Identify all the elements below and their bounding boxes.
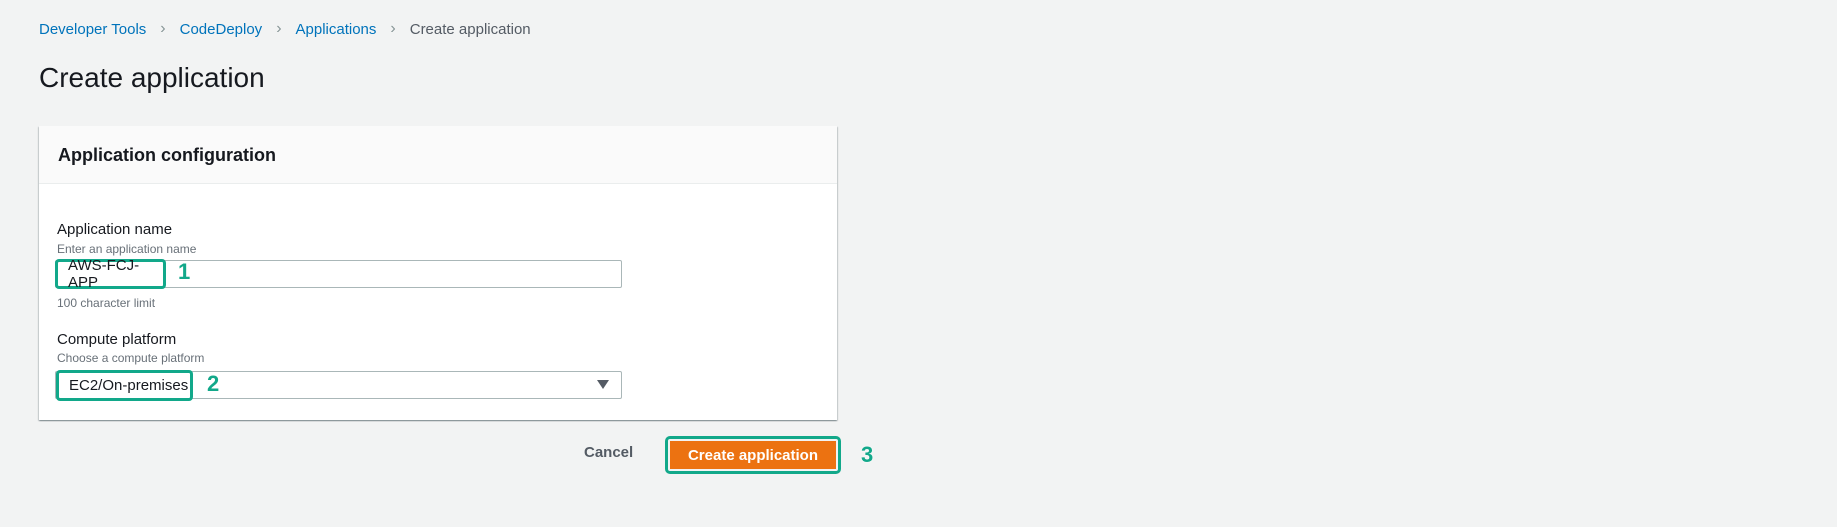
chevron-right-icon: › — [390, 20, 396, 37]
app-name-label: Application name — [57, 221, 173, 238]
panel-title: Application configuration — [39, 126, 837, 184]
breadcrumb-developer-tools[interactable]: Developer Tools — [39, 21, 146, 38]
app-name-text: AWS-FCJ-APP — [68, 257, 140, 291]
annotation-3: 3 — [861, 442, 874, 467]
create-application-highlight: Create application — [665, 436, 841, 474]
app-name-value[interactable]: AWS-FCJ-APP — [55, 257, 166, 291]
annotation-2: 2 — [207, 371, 220, 396]
chevron-right-icon: › — [276, 20, 282, 37]
compute-platform-label: Compute platform — [57, 331, 177, 348]
breadcrumb-applications[interactable]: Applications — [296, 21, 377, 38]
breadcrumb: Developer Tools › CodeDeploy › Applicati… — [39, 20, 531, 38]
app-name-hint: Enter an application name — [57, 242, 197, 256]
page-title: Create application — [39, 62, 265, 93]
breadcrumb-current: Create application — [409, 20, 531, 38]
create-application-button[interactable]: Create application — [670, 441, 836, 469]
compute-platform-value[interactable]: EC2/On-premises — [56, 370, 193, 401]
cancel-button[interactable]: Cancel — [584, 444, 633, 461]
chevron-right-icon: › — [160, 20, 166, 37]
compute-platform-text: EC2/On-premises — [69, 377, 189, 394]
caret-down-icon — [597, 380, 609, 389]
breadcrumb-codedeploy[interactable]: CodeDeploy — [180, 21, 263, 38]
app-name-constraint: 100 character limit — [57, 296, 156, 310]
annotation-1: 1 — [178, 259, 191, 284]
compute-platform-hint: Choose a compute platform — [57, 351, 205, 365]
